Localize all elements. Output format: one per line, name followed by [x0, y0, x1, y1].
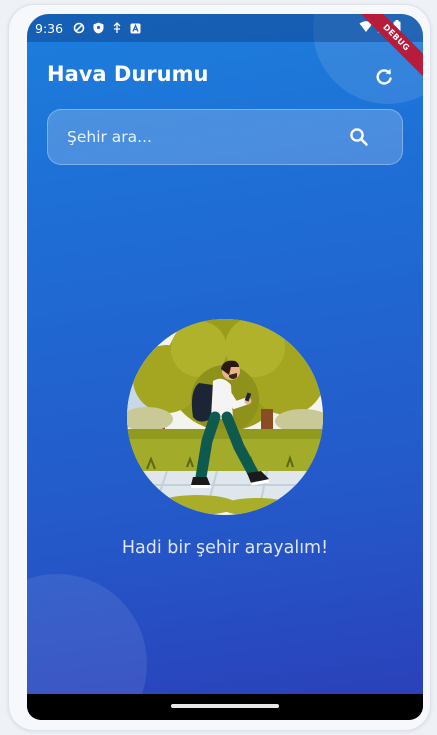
refresh-icon	[376, 68, 392, 85]
app-screen: 9:36 DEBUG Hava Durumu Şehir ara... Hadi…	[27, 14, 423, 720]
search-button[interactable]	[346, 124, 372, 150]
status-time: 9:36	[35, 20, 64, 36]
page-title: Hava Durumu	[47, 62, 209, 86]
empty-state-message: Hadi bir şehir arayalım!	[121, 538, 329, 558]
usb-icon	[113, 22, 121, 33]
status-icons-left	[73, 22, 141, 34]
status-bar: 9:36 DEBUG	[27, 14, 423, 83]
home-indicator[interactable]	[171, 704, 279, 708]
refresh-button[interactable]	[371, 64, 397, 90]
search-bar	[47, 109, 403, 165]
notification-a-icon	[130, 23, 141, 33]
person-walking-illustration	[127, 319, 323, 515]
shield-filled-icon	[93, 22, 104, 34]
shield-outline-icon	[73, 22, 85, 34]
system-navigation-bar	[27, 694, 423, 720]
search-input[interactable]	[65, 127, 346, 147]
search-icon	[350, 128, 368, 146]
